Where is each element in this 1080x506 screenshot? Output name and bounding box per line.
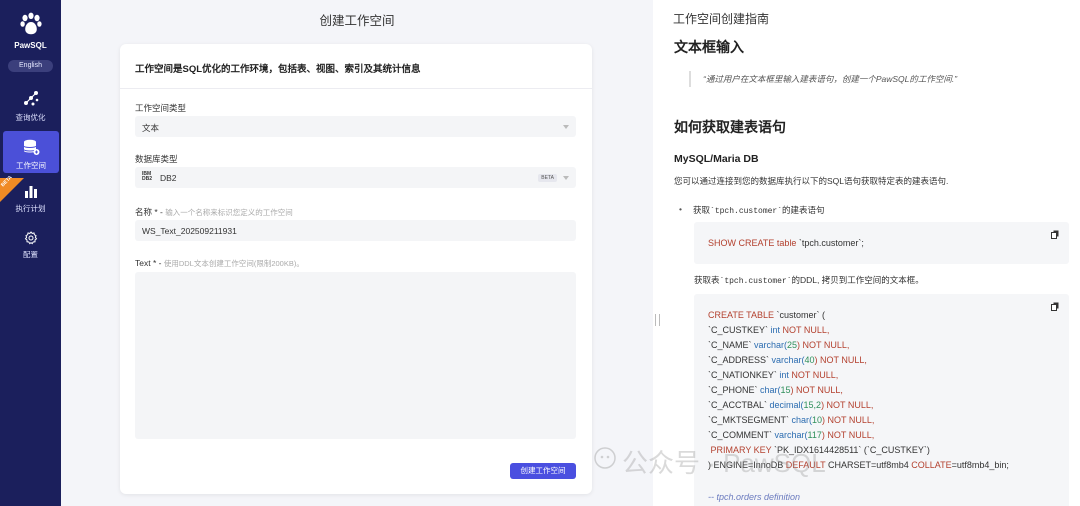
nav-label: 查询优化 — [15, 113, 46, 122]
nav-label: 工作空间 — [16, 161, 46, 170]
heading-mysql: MySQL/Maria DB — [674, 153, 759, 165]
query-optimize-icon — [23, 91, 38, 106]
workspace-type-select[interactable]: 文本 — [135, 116, 576, 137]
nav-settings[interactable]: 配置 — [0, 231, 61, 260]
paw-logo-icon — [20, 12, 42, 35]
code-line: SHOW CREATE table `tpch.customer`; — [708, 238, 864, 248]
bullet-suffix: 的建表语句 — [782, 205, 825, 215]
chevron-down-icon — [563, 176, 569, 180]
language-switch[interactable]: English — [8, 60, 53, 72]
nav-label: 执行计划 — [15, 204, 46, 213]
code-block-show-create: SHOW CREATE table `tpch.customer`; — [694, 222, 1069, 264]
code-line: `C_NATIONKEY` int NOT NULL, — [708, 370, 839, 380]
bullet-code: `tpch.customer` — [710, 207, 783, 216]
db-type-value: DB2 — [160, 173, 177, 183]
bar-chart-icon — [24, 186, 37, 198]
heading-text-input: 文本框输入 — [674, 39, 744, 55]
guide-quote: “通过用户在文本框里输入建表语句，创建一个PawSQL的工作空间.” — [689, 71, 957, 87]
guide-title: 工作空间创建指南 — [673, 12, 770, 26]
create-workspace-button[interactable]: 创建工作空间 — [510, 463, 576, 479]
code-line: CREATE TABLE `customer` ( — [708, 310, 826, 320]
create-workspace-card: 工作空间是SQL优化的工作环境，包括表、视图、索引及其统计信息 工作空间类型 文… — [120, 44, 592, 494]
guide-intro: 您可以通过连接到您的数据库执行以下的SQL语句获取特定表的建表语句. — [674, 176, 949, 186]
db-type-label: 数据库类型 — [135, 154, 178, 164]
card-header-text: 工作空间是SQL优化的工作环境，包括表、视图、索引及其统计信息 — [135, 64, 421, 75]
ibm-db2-logo-icon: IBM DB2 — [142, 171, 153, 182]
watermark-text: 公众号 · PawSQL — [622, 448, 826, 478]
nav-execution-plan[interactable]: 执行计划 — [0, 183, 61, 214]
copy-icon[interactable] — [1051, 230, 1059, 239]
guide-bullet: 获取`tpch.customer`的建表语句 — [679, 204, 825, 216]
nav-label: 配置 — [23, 250, 38, 259]
code-line: `C_ADDRESS` varchar(40) NOT NULL, — [708, 355, 867, 365]
guide-paragraph-copy: 获取表`tpch.customer`的DDL, 拷贝到工作空间的文本框。 — [694, 275, 924, 286]
gear-icon — [24, 231, 37, 245]
code-comment: -- tpch.orders definition — [708, 492, 801, 502]
name-input[interactable]: WS_Text_202509211931 — [135, 220, 576, 241]
workspace-database-icon — [23, 139, 40, 155]
name-label: 名称 * - 输入一个名称来标识您定义的工作空间 — [135, 206, 293, 218]
text-label-text: Text * - — [135, 258, 162, 268]
name-label-text: 名称 * - — [135, 207, 163, 217]
workspace-type-label: 工作空间类型 — [135, 103, 187, 113]
text-label: Text * - 使用DDL文本创建工作空间(限制200KB)。 — [135, 258, 304, 269]
page-title: 创建工作空间 — [319, 14, 395, 28]
ddl-textarea[interactable] — [135, 272, 576, 439]
sidebar: PawSQL English 查询优化 工作空间 BETA 执行计划 配置 — [0, 0, 61, 506]
name-hint: 输入一个名称来标识您定义的工作空间 — [165, 208, 293, 217]
code-line: `C_PHONE` char(15) NOT NULL, — [708, 385, 843, 395]
beta-badge: BETA — [538, 174, 557, 182]
code-line: `C_CUSTKEY` int NOT NULL, — [708, 325, 830, 335]
code-line: `C_COMMENT` varchar(117) NOT NULL, — [708, 430, 875, 440]
nav-workspace[interactable]: 工作空间 — [3, 131, 59, 173]
workspace-type-value: 文本 — [142, 123, 160, 133]
heading-how-to-get-ddl: 如何获取建表语句 — [674, 119, 786, 135]
text-hint: 使用DDL文本创建工作空间(限制200KB)。 — [163, 259, 304, 268]
guide-panel: 工作空间创建指南 文本框输入 “通过用户在文本框里输入建表语句，创建一个PawS… — [653, 0, 1080, 506]
bullet-prefix: 获取 — [693, 205, 711, 215]
name-input-value: WS_Text_202509211931 — [142, 226, 237, 236]
code-line: `C_ACCTBAL` decimal(15,2) NOT NULL, — [708, 400, 874, 410]
code-line: `C_MKTSEGMENT` char(10) NOT NULL, — [708, 415, 875, 425]
db-type-select[interactable]: IBM DB2 DB2 BETA — [135, 167, 576, 188]
chevron-down-icon — [563, 125, 569, 129]
panel-resize-handle[interactable] — [655, 314, 660, 326]
code-line: `C_NAME` varchar(25) NOT NULL, — [708, 340, 850, 350]
nav-query-optimize[interactable]: 查询优化 — [0, 88, 61, 123]
wechat-watermark-icon — [594, 447, 616, 469]
card-header: 工作空间是SQL优化的工作环境，包括表、视图、索引及其统计信息 — [120, 44, 592, 89]
copy-icon[interactable] — [1051, 302, 1059, 311]
brand-name: PawSQL — [14, 41, 47, 50]
